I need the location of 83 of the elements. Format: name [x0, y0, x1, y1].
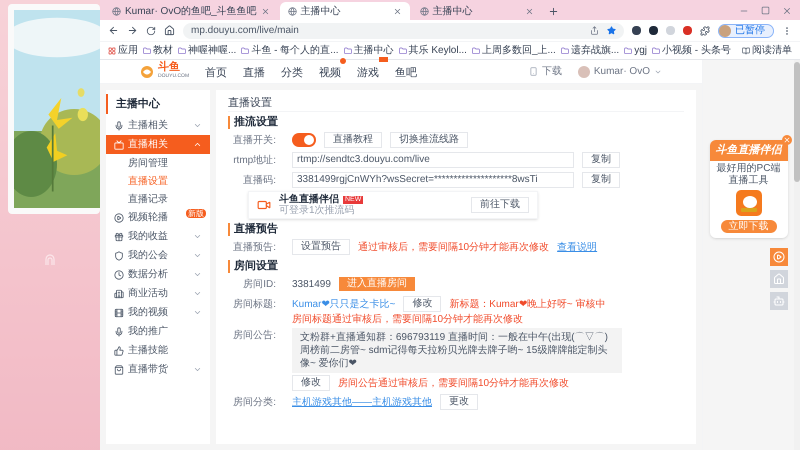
bookmark-label: 教材: [153, 44, 173, 58]
bookmark[interactable]: 主播中心: [344, 43, 394, 58]
bookmark[interactable]: 遗弃战旗...: [560, 43, 620, 58]
row-label: 房间分类:: [232, 396, 277, 410]
sidebar-item[interactable]: 我的视频: [106, 303, 210, 322]
bookmark-label: 小视频 - 头条号: [662, 44, 731, 58]
room-id: 3381499: [292, 278, 331, 292]
nav-link[interactable]: 游戏: [357, 66, 380, 78]
nav-link[interactable]: 分类: [281, 66, 304, 78]
sidebar-title: 主播中心: [116, 96, 160, 112]
sidebar-subitem[interactable]: 房间管理: [106, 154, 210, 172]
sidebar-item[interactable]: 视频轮播 新版: [106, 208, 210, 227]
nav-link[interactable]: 视频: [319, 66, 342, 78]
pending-title: 新标题：Kumar❤晚上好呀~ 审核中: [449, 298, 606, 312]
row-label: 房间公告:: [232, 328, 277, 343]
row-label: 房间标题:: [232, 298, 277, 312]
tab-title: Kumar· OvO的鱼吧_斗鱼鱼吧: [125, 4, 257, 18]
browser-tab[interactable]: 主播中心: [412, 2, 542, 20]
browser-tab[interactable]: 主播中心: [280, 2, 410, 20]
bookmark-label: 神喔神喔...: [188, 44, 236, 58]
address-bar[interactable]: mp.douyu.com/live/main: [183, 22, 624, 38]
warning-note: 通过审核后，需要间隔10分钟才能再次修改: [358, 240, 550, 254]
link-button[interactable]: 切换推流线路: [390, 132, 468, 148]
nav-link[interactable]: 首页: [205, 66, 228, 78]
copy-button[interactable]: 复制: [582, 172, 620, 188]
profile-button[interactable]: 已暂停: [718, 24, 774, 38]
promo-subtitle: 可登录1次推流码: [279, 205, 356, 216]
page-title: 直播设置: [228, 94, 684, 112]
row-label: 直播码:: [242, 174, 277, 188]
sidebar-item[interactable]: 我的推广: [106, 322, 210, 341]
warning-note: 房间标题通过审核后，需要间隔10分钟才能再次修改: [292, 313, 524, 326]
sidebar-item[interactable]: 直播带货: [106, 360, 210, 379]
download-link[interactable]: 下载: [542, 64, 562, 79]
sidebar-subitem[interactable]: 直播记录: [106, 190, 210, 208]
sidebar-item[interactable]: 我的收益: [106, 227, 210, 246]
bookmark-label: 主播中心: [354, 44, 394, 58]
popup-subtitle: 最好用的PC端直播工具: [716, 162, 782, 186]
bookmark-label: 应用: [118, 44, 138, 58]
section-title: 推流设置: [228, 116, 684, 129]
copy-button[interactable]: 复制: [582, 152, 620, 168]
sidebar-item[interactable]: 我的公会: [106, 246, 210, 265]
nav-link[interactable]: 鱼吧: [395, 66, 418, 78]
browser-tab[interactable]: Kumar· OvO的鱼吧_斗鱼鱼吧: [104, 2, 278, 20]
edit-button[interactable]: 修改: [292, 375, 330, 391]
username[interactable]: Kumar· OvO: [594, 64, 650, 79]
bookmark[interactable]: 小视频 - 头条号: [652, 43, 731, 58]
promo-title: 斗鱼直播伴侣: [279, 194, 339, 205]
logo-text: 斗鱼: [158, 62, 181, 72]
nav-link[interactable]: 直播: [243, 66, 266, 78]
bookmark[interactable]: 神喔神喔...: [178, 43, 236, 58]
row-label: 直播开关:: [232, 134, 277, 148]
popup-title: 斗鱼直播伴侣: [710, 140, 788, 160]
bookmark-label: ygj: [634, 44, 647, 58]
bookmark[interactable]: 其乐 Keylol...: [398, 43, 467, 58]
row-label: rtmp地址:: [232, 154, 277, 168]
notice-textarea[interactable]: 文粉群+直播通知群：696793119 直播时间：一般在中午(出现(⌒▽⌒)周榜前二房管~ sdm记得每天拉粉贝光牌去牌子哟~ 15级牌牌能定制头像~ 爱你们❤: [292, 328, 622, 373]
bookmark-label: 其乐 Keylol...: [408, 44, 467, 58]
bookmark[interactable]: ygj: [624, 43, 647, 58]
reading-list[interactable]: 阅读清单: [742, 43, 792, 58]
row-label: 房间ID:: [242, 278, 277, 292]
warning-note: 房间公告通过审核后，需要间隔10分钟才能再次修改: [338, 376, 570, 390]
section-title: 直播预告: [228, 223, 684, 236]
row-label: 直播预告:: [232, 240, 277, 254]
new-badge: 新版: [186, 209, 206, 218]
tab-title: 主播中心: [300, 4, 342, 18]
sidebar-item[interactable]: 主播技能: [106, 341, 210, 360]
sidebar-item[interactable]: 商业活动: [106, 284, 210, 303]
url-text: mp.douyu.com/live/main: [191, 24, 300, 38]
bookmark[interactable]: 教材: [143, 43, 173, 58]
tab-title: 主播中心: [432, 4, 474, 18]
bookmark-label: 遗弃战旗...: [570, 44, 620, 58]
bookmark[interactable]: 应用: [108, 43, 138, 58]
text-field[interactable]: 3381499rgjCnWYh?wsSecret=********************8wsTi: [292, 172, 574, 188]
change-button[interactable]: 更改: [440, 394, 478, 410]
download-button[interactable]: 前往下载: [471, 197, 529, 213]
text-field[interactable]: rtmp://sendtc3.douyu.com/live: [292, 152, 574, 168]
sidebar-item[interactable]: 数据分析: [106, 265, 210, 284]
section-title: 房间设置: [228, 260, 684, 273]
edit-button[interactable]: 修改: [403, 296, 442, 312]
preview-button[interactable]: 设置预告: [292, 239, 350, 255]
reading-list-label: 阅读清单: [752, 44, 792, 58]
sidebar-item[interactable]: 主播相关: [106, 116, 210, 135]
link-button[interactable]: 直播教程: [324, 132, 382, 148]
